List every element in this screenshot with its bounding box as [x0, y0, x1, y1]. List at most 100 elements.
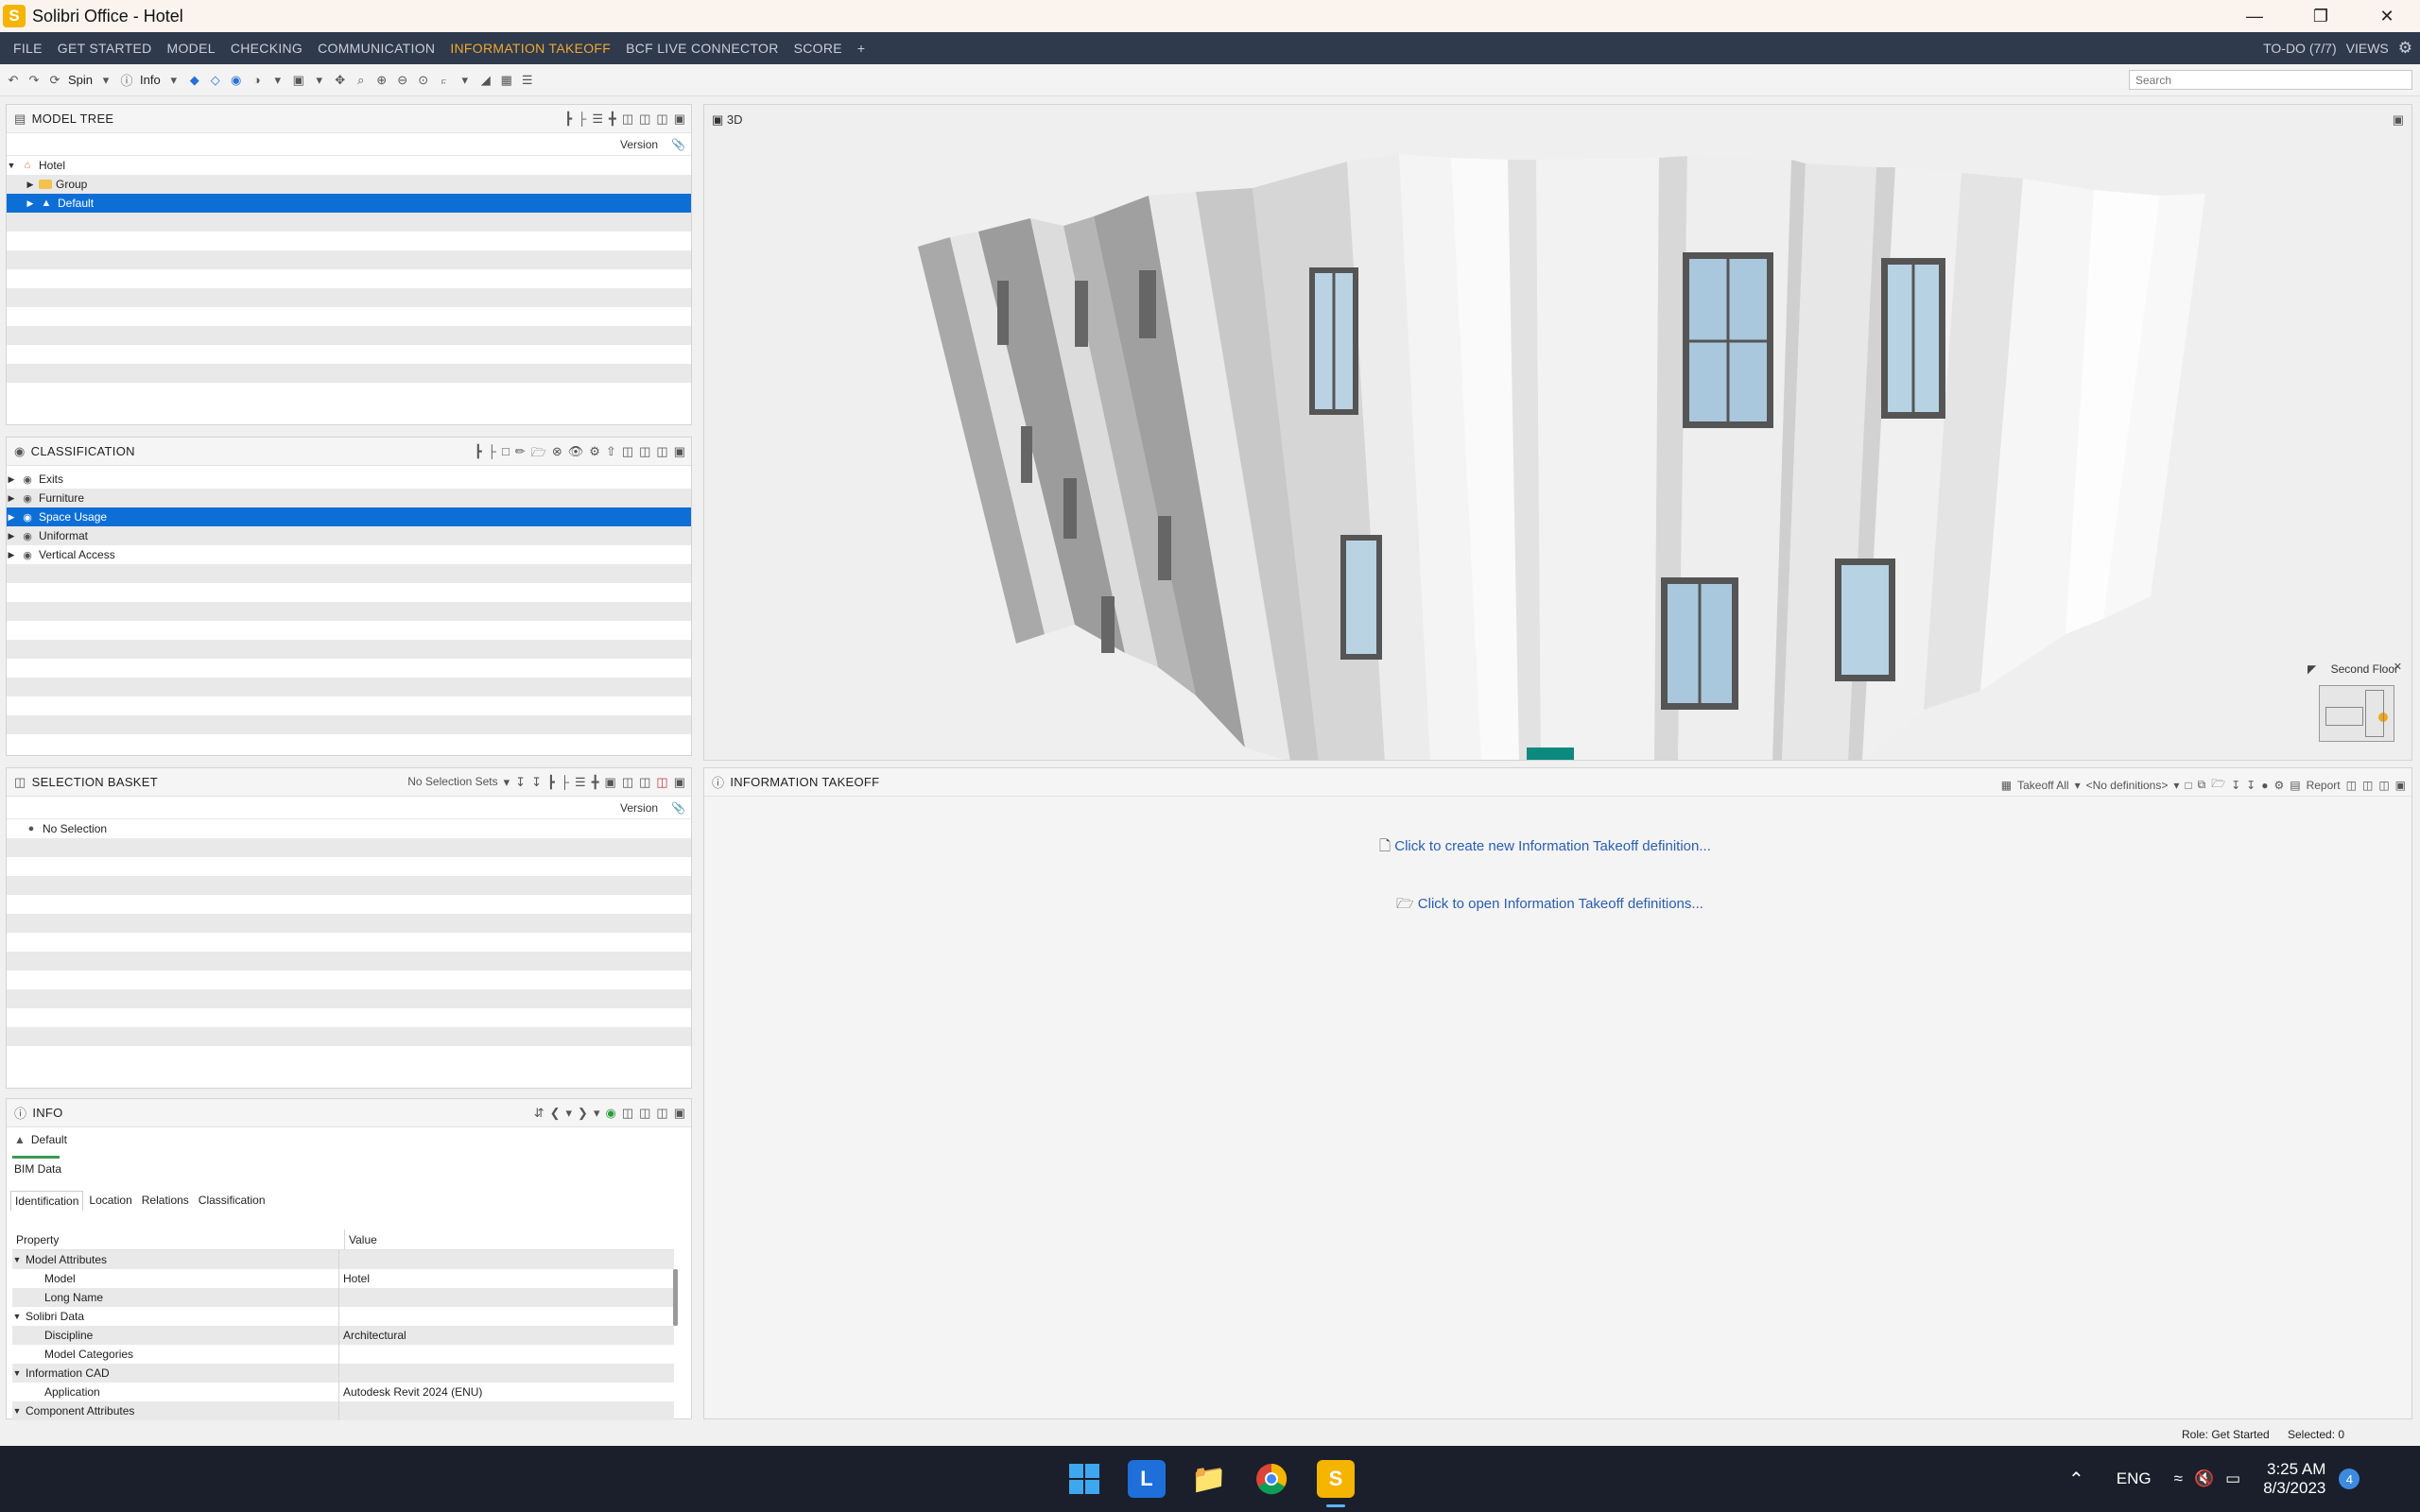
- tree-item-default[interactable]: ▶ ▲ Default: [7, 194, 691, 213]
- tab-location[interactable]: Location: [85, 1191, 135, 1211]
- selection-sets-dropdown[interactable]: No Selection Sets: [407, 775, 497, 790]
- minimap-toggle-icon[interactable]: ◤: [2308, 662, 2316, 676]
- property-row[interactable]: Model Hotel: [12, 1269, 674, 1288]
- hierarchy-icon[interactable]: ┣: [547, 775, 555, 790]
- clipboard-icon[interactable]: ◫: [622, 1106, 633, 1121]
- property-row[interactable]: Application Autodesk Revit 2024 (ENU): [12, 1383, 674, 1401]
- hide-icon[interactable]: ◇: [208, 73, 223, 88]
- chevron-down-icon[interactable]: ▾: [2075, 779, 2081, 792]
- clipboard-icon[interactable]: ◫: [622, 775, 633, 790]
- visibility-icon[interactable]: 👁: [568, 444, 584, 465]
- add-tab-button[interactable]: +: [850, 41, 873, 56]
- notification-badge[interactable]: 4: [2339, 1469, 2360, 1489]
- group-view-icon[interactable]: ╋: [592, 775, 599, 790]
- property-scrollbar[interactable]: [673, 1269, 678, 1326]
- settings-icon[interactable]: ⚙: [589, 444, 600, 465]
- menu-file[interactable]: FILE: [6, 41, 50, 56]
- new-definition-icon[interactable]: □: [2185, 779, 2191, 792]
- floor-minimap[interactable]: ◤ Second Floor ✕: [2308, 662, 2402, 747]
- chevron-down-icon[interactable]: ▾: [166, 73, 182, 88]
- clipboard-icon[interactable]: ◫: [656, 444, 667, 465]
- menu-information-takeoff[interactable]: INFORMATION TAKEOFF: [442, 41, 618, 56]
- speaker-muted-icon[interactable]: 🔇: [2194, 1469, 2214, 1488]
- forward-icon[interactable]: ❯: [578, 1106, 588, 1121]
- select-icon[interactable]: ◆: [187, 73, 202, 88]
- expand-toggle-icon[interactable]: ▼: [7, 161, 16, 170]
- report-icon[interactable]: ▤: [2290, 779, 2300, 792]
- chevron-down-icon[interactable]: ▾: [458, 73, 473, 88]
- 3d-view[interactable]: ▣ 3D ▣ ◤ Second Floor ✕: [703, 104, 2412, 761]
- expand-toggle-icon[interactable]: ▼: [12, 1312, 22, 1321]
- sort-icon[interactable]: ⇵: [534, 1106, 544, 1121]
- chevron-up-icon[interactable]: ⌃: [2068, 1468, 2084, 1491]
- menu-score[interactable]: SCORE: [786, 41, 850, 56]
- clipboard-icon[interactable]: ◫: [639, 1106, 650, 1121]
- redo-icon[interactable]: ↷: [26, 73, 42, 88]
- tree-item-group[interactable]: ▶ Group: [7, 175, 691, 194]
- classification-item-furniture[interactable]: ▶ ◉ Furniture: [7, 489, 691, 507]
- hierarchy-icon[interactable]: ┣: [475, 444, 482, 465]
- create-definition-link[interactable]: 🗋 Click to create new Information Takeof…: [1379, 836, 1711, 860]
- expand-toggle-icon[interactable]: ▶: [7, 493, 16, 504]
- open-definitions-link[interactable]: 🗁 Click to open Information Takeoff defi…: [1396, 894, 1703, 918]
- property-row[interactable]: ▼ Component Attributes: [12, 1401, 674, 1420]
- clock[interactable]: 3:25 AM 8/3/2023: [2263, 1460, 2325, 1498]
- hierarchy-icon[interactable]: ┣: [564, 112, 572, 127]
- definitions-dropdown[interactable]: <No definitions>: [2086, 779, 2169, 792]
- import-icon[interactable]: ↧: [2231, 779, 2240, 792]
- slice-icon[interactable]: ◢: [478, 73, 493, 88]
- chrome-icon[interactable]: [1253, 1460, 1290, 1498]
- solibri-taskbar-icon[interactable]: S: [1317, 1460, 1355, 1498]
- maximize-icon[interactable]: ▣: [674, 1106, 685, 1121]
- menu-model[interactable]: MODEL: [160, 41, 223, 56]
- battery-icon[interactable]: ▭: [2225, 1469, 2240, 1488]
- model-open-icon[interactable]: ◫: [622, 112, 633, 127]
- clear-icon[interactable]: ◫: [656, 775, 667, 790]
- property-row[interactable]: Model Categories: [12, 1345, 674, 1364]
- property-row[interactable]: ▼ Information CAD: [12, 1364, 674, 1383]
- takeoff-all-icon[interactable]: ▦: [2001, 779, 2012, 792]
- maximize-icon[interactable]: ▣: [674, 775, 685, 790]
- clipboard-icon[interactable]: ◫: [639, 775, 650, 790]
- model-remove-icon[interactable]: ◫: [639, 112, 650, 127]
- visibility-icon[interactable]: ◑: [250, 73, 265, 88]
- expand-toggle-icon[interactable]: ▶: [7, 550, 16, 560]
- expand-toggle-icon[interactable]: ▼: [12, 1368, 22, 1378]
- edit-icon[interactable]: ✏: [515, 444, 526, 465]
- tree-item-hotel[interactable]: ▼ ⌂ Hotel: [7, 156, 691, 175]
- layer-view-icon[interactable]: ☰: [575, 775, 586, 790]
- maximize-icon[interactable]: ▣: [674, 444, 685, 465]
- expand-toggle-icon[interactable]: ▶: [26, 198, 35, 209]
- zoom-out-icon[interactable]: ⊖: [395, 73, 410, 88]
- tab-identification[interactable]: Identification: [10, 1191, 84, 1211]
- model-update-icon[interactable]: ◫: [656, 112, 667, 127]
- property-row[interactable]: ▼ Solibri Data: [12, 1307, 674, 1326]
- property-row[interactable]: Discipline Architectural: [12, 1326, 674, 1345]
- zoom-in-icon[interactable]: ⊕: [374, 73, 389, 88]
- model-hub-icon[interactable]: ⚙: [2398, 39, 2412, 58]
- clipboard-icon[interactable]: ◫: [2378, 779, 2389, 792]
- classification-item-exits[interactable]: ▶ ◉ Exits: [7, 470, 691, 489]
- attachment-icon[interactable]: 📎: [671, 138, 685, 151]
- clipboard-icon[interactable]: ◫: [656, 1106, 667, 1121]
- info-button[interactable]: Info: [140, 73, 161, 87]
- maximize-icon[interactable]: ▣: [674, 112, 685, 127]
- classification-item-space-usage[interactable]: ▶ ◉ Space Usage: [7, 507, 691, 526]
- snapshot-icon[interactable]: ▦: [499, 73, 514, 88]
- info-icon[interactable]: ⓘ: [119, 73, 134, 88]
- fly-icon[interactable]: ✥: [333, 73, 348, 88]
- tab-relations[interactable]: Relations: [138, 1191, 193, 1211]
- remove-icon[interactable]: ⊗: [552, 444, 562, 465]
- file-explorer-icon[interactable]: 📁: [1190, 1460, 1228, 1498]
- chevron-down-icon[interactable]: ▾: [98, 73, 113, 88]
- maximize-icon[interactable]: ▣: [2395, 779, 2406, 792]
- property-row[interactable]: ▼ Model Attributes: [12, 1250, 674, 1269]
- chevron-down-icon[interactable]: ▾: [312, 73, 327, 88]
- link-icon[interactable]: ◉: [605, 1106, 615, 1121]
- clipboard-icon[interactable]: ◫: [639, 444, 650, 465]
- menu-communication[interactable]: COMMUNICATION: [310, 41, 442, 56]
- chevron-down-icon[interactable]: ▾: [2173, 779, 2179, 792]
- classification-item-uniformat[interactable]: ▶ ◉ Uniformat: [7, 526, 691, 545]
- expand-toggle-icon[interactable]: ▼: [12, 1406, 22, 1416]
- isolate-icon[interactable]: ◉: [229, 73, 244, 88]
